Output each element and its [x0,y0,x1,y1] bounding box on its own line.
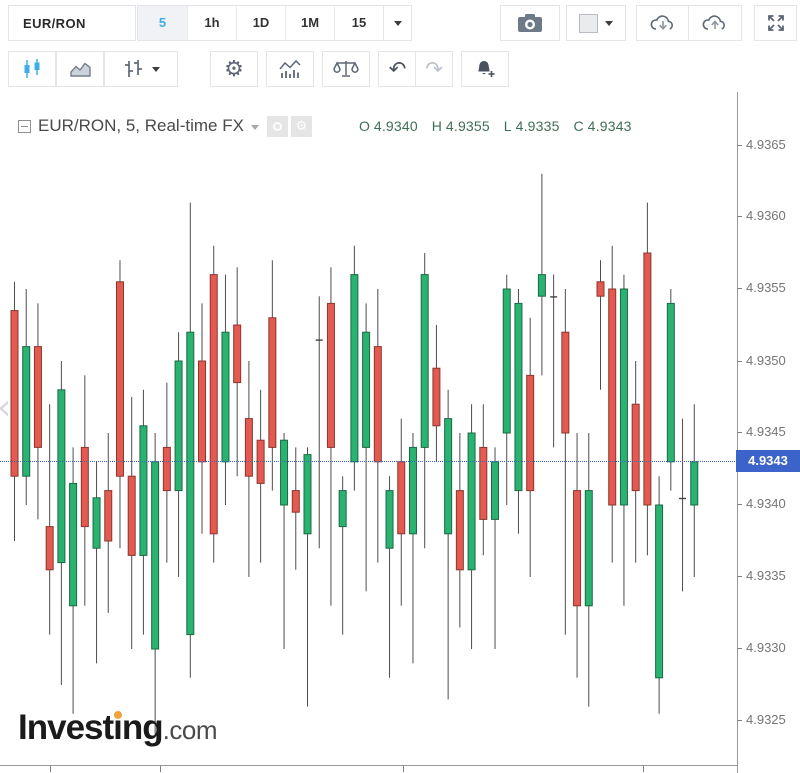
ohlc-bars-icon [123,59,143,79]
cloud-download-icon [649,12,677,34]
axis-tick-label: 4.9325 [746,712,786,727]
candlestick-chart-icon [21,58,43,80]
indicators-icon [278,59,302,79]
axis-tick-label: 4.9360 [746,208,786,223]
time-tick [160,766,161,772]
axis-tick-label: 4.9350 [746,353,786,368]
chevron-down-icon[interactable] [251,125,259,130]
save-chart-button[interactable] [689,5,742,41]
chart-tools-toolbar: ⚙ ↶ [0,46,800,92]
investing-logo[interactable]: Investing.com [18,706,217,757]
axis-tick [737,504,742,505]
chart-canvas[interactable] [0,92,737,773]
axis-tick [737,216,742,217]
current-price-value: 4.9343 [748,453,788,468]
axis-tick-label: 4.9340 [746,496,786,511]
timeframe-group: 51h1D1M15 [137,5,384,41]
redo-button[interactable]: ↷ [415,51,453,87]
axis-tick-label: 4.9345 [746,424,786,439]
current-price-label: 4.9343 [736,450,800,472]
cloud-group [636,5,742,41]
legend-collapse-button[interactable] [18,120,31,133]
symbol-text: EUR/RON [23,16,86,31]
axis-tick [737,648,742,649]
close-value: 4.9343 [588,118,632,134]
chart-area: ‹ 4.93654.93604.93554.93504.93454.93404.… [0,92,800,773]
high-value: 4.9355 [446,118,490,134]
scroll-left-arrow[interactable]: ‹ [0,387,11,428]
compare-button[interactable] [322,51,370,87]
fullscreen-button[interactable] [754,5,797,41]
chevron-down-icon [394,21,402,26]
axis-tick-label: 4.9330 [746,640,786,655]
open-label: O [359,118,370,134]
chart-settings-button[interactable]: ⚙ [210,51,258,87]
low-label: L [504,118,512,134]
undo-button[interactable]: ↶ [378,51,416,87]
load-chart-button[interactable] [636,5,689,41]
fullscreen-icon [766,13,786,33]
top-toolbar: EUR/RON 51h1D1M15 [0,0,800,46]
logo-tld: .com [163,715,217,745]
indicators-button[interactable] [266,51,314,87]
time-axis-border [0,765,738,766]
symbol-input[interactable]: EUR/RON [8,5,136,41]
timeframe-5[interactable]: 5 [138,6,187,40]
chevron-down-icon [605,21,613,26]
ohlc-readout: O4.9340 H4.9355 L4.9335 C4.9343 [359,118,642,134]
color-swatch [579,14,598,33]
time-tick [643,766,644,772]
axis-tick [737,720,742,721]
undo-icon: ↶ [389,59,407,79]
axis-tick [737,432,742,433]
timeframe-dropdown[interactable] [383,5,412,41]
current-price-line [0,461,737,462]
legend-hide-button[interactable] [267,116,288,137]
chart-widget: EUR/RON 51h1D1M15 [0,0,800,773]
chart-style-bars-button[interactable] [104,51,178,87]
chevron-down-icon [152,67,160,72]
background-color-button[interactable] [566,5,626,41]
timeframe-15[interactable]: 15 [334,6,383,40]
redo-icon: ↷ [425,59,443,79]
timeframe-1D[interactable]: 1D [236,6,285,40]
gear-icon: ⚙ [224,57,244,82]
snapshot-button[interactable] [500,5,560,41]
logo-text-end: ng [122,708,163,747]
scales-icon [333,59,359,79]
bell-plus-icon [474,58,496,80]
chart-legend: EUR/RON, 5, Real-time FX ⚙ O4.9340 H4.93… [18,114,642,138]
axis-tick [737,361,742,362]
chart-style-candles-button[interactable] [8,51,56,87]
time-tick [50,766,51,772]
legend-title[interactable]: EUR/RON, 5, Real-time FX [38,116,244,136]
gear-icon: ⚙ [296,120,308,133]
chart-style-area-button[interactable] [56,51,104,87]
price-axis[interactable]: 4.9365 4.9360 4.9355 4.9350 4.9345 4.9340 4.93… [737,92,800,773]
timeframe-1h[interactable]: 1h [187,6,236,40]
low-value: 4.9335 [516,118,560,134]
axis-tick-label: 4.9335 [746,568,786,583]
legend-settings-button[interactable]: ⚙ [291,116,312,137]
axis-tick [737,145,742,146]
axis-tick-label: 4.9355 [746,280,786,295]
time-tick [403,766,404,772]
axis-tick [737,576,742,577]
add-alert-button[interactable] [461,51,509,87]
high-label: H [432,118,442,134]
toolbar-right-group [500,5,797,41]
logo-dotted-i: i [113,708,122,747]
open-value: 4.9340 [374,118,418,134]
logo-text: Invest [18,708,113,747]
axis-tick-label: 4.9365 [746,137,786,152]
visibility-icon [273,122,282,131]
cloud-upload-icon [701,12,729,34]
camera-icon [517,13,543,33]
axis-tick [737,288,742,289]
timeframe-1M[interactable]: 1M [285,6,334,40]
close-label: C [574,118,584,134]
area-chart-icon [69,59,92,79]
